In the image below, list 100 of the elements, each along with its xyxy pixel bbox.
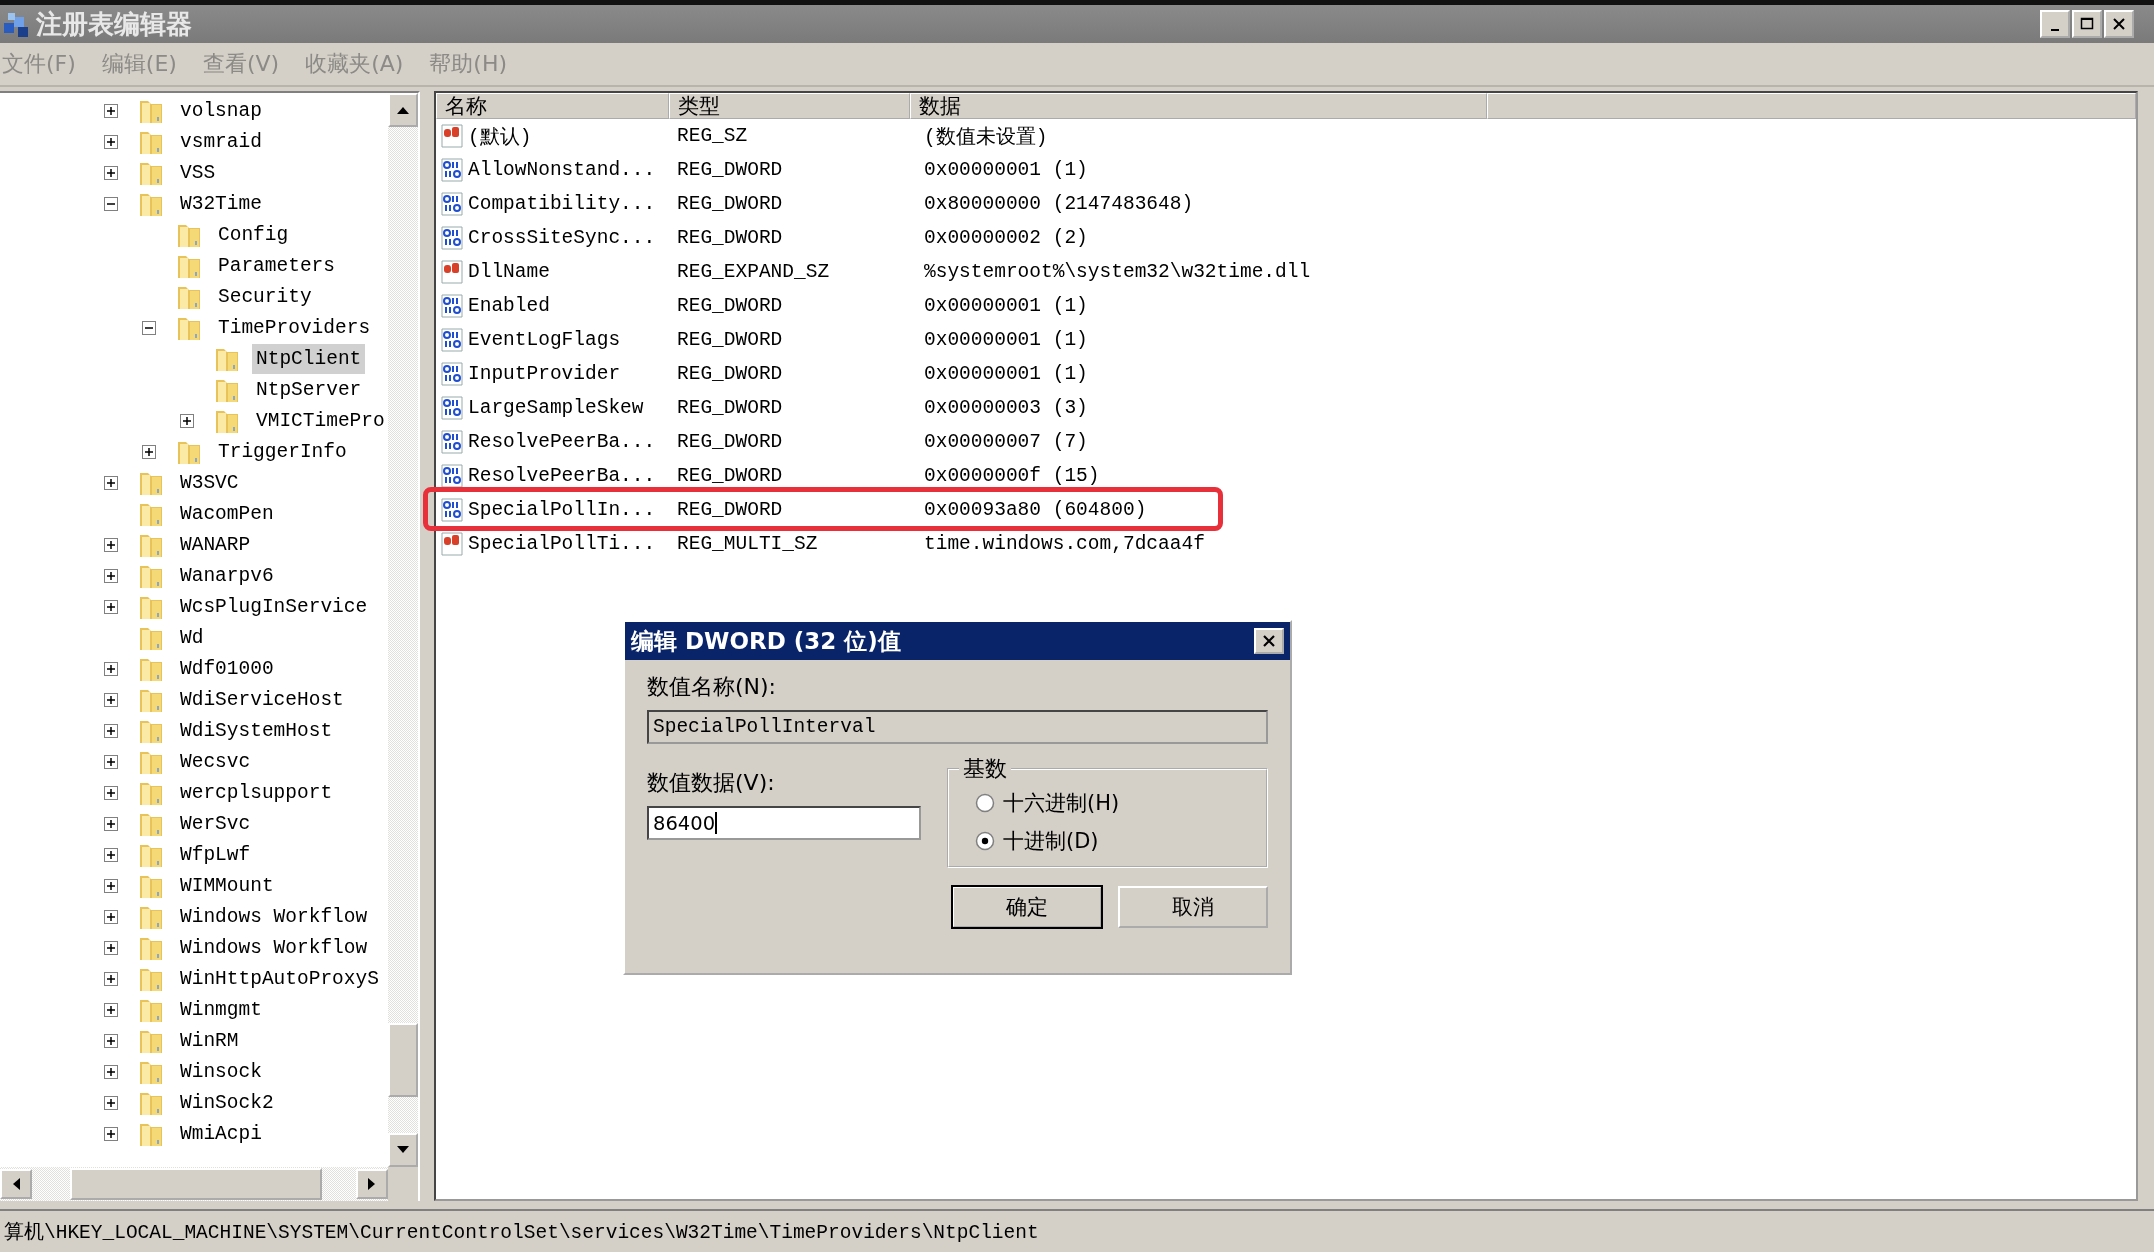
cancel-button[interactable]: 取消 <box>1118 886 1268 928</box>
value-name-field[interactable]: SpecialPollInterval <box>647 710 1268 744</box>
ok-button[interactable]: 确定 <box>952 886 1102 928</box>
expand-icon[interactable] <box>104 134 118 149</box>
scroll-thumb[interactable] <box>70 1168 322 1200</box>
tree-item[interactable]: Windows Workflow <box>176 932 372 963</box>
tree-item[interactable]: wercplsupport <box>176 777 337 808</box>
tree-item[interactable]: Windows Workflow <box>176 901 372 932</box>
tree-item[interactable]: Security <box>214 281 316 312</box>
tree-item[interactable]: WIMMount <box>176 870 278 901</box>
value-data: (数值未设置) <box>923 125 1049 150</box>
tree-item[interactable]: NtpServer <box>252 374 366 405</box>
tree-item[interactable]: Winsock <box>176 1056 266 1087</box>
expand-icon[interactable] <box>104 103 118 118</box>
tree-item[interactable]: WacomPen <box>176 498 278 529</box>
value-name[interactable]: EventLogFlags <box>468 329 621 351</box>
column-header[interactable]: 数据 <box>910 93 1487 119</box>
vertical-scrollbar[interactable] <box>388 93 418 1167</box>
tree-item[interactable]: WinSock2 <box>176 1087 278 1118</box>
value-data-field[interactable]: 86400 <box>647 806 921 840</box>
tree-item[interactable]: WdiServiceHost <box>176 684 348 715</box>
tree-item[interactable]: VSS <box>176 157 220 188</box>
scroll-down-button[interactable] <box>388 1133 418 1167</box>
expand-icon[interactable] <box>180 413 194 428</box>
expand-icon[interactable] <box>104 1033 118 1048</box>
value-name[interactable]: ResolvePeerBa... <box>468 431 656 453</box>
expand-icon[interactable] <box>104 754 118 769</box>
expand-icon[interactable] <box>142 444 156 459</box>
tree-item[interactable]: W3SVC <box>176 467 243 498</box>
scroll-up-button[interactable] <box>388 93 418 127</box>
expand-icon[interactable] <box>104 878 118 893</box>
tree-item[interactable]: W32Time <box>176 188 266 219</box>
horizontal-scrollbar[interactable] <box>0 1167 418 1201</box>
expand-icon[interactable] <box>104 940 118 955</box>
maximize-button[interactable] <box>2072 10 2102 38</box>
tree-item[interactable]: WerSvc <box>176 808 255 839</box>
collapse-icon[interactable] <box>142 320 156 335</box>
value-name[interactable]: SpecialPollTi... <box>468 533 656 555</box>
scroll-right-button[interactable] <box>356 1169 388 1199</box>
tree-item[interactable]: Parameters <box>214 250 340 281</box>
tree-item[interactable]: Wdf01000 <box>176 653 278 684</box>
tree-item[interactable]: WdiSystemHost <box>176 715 337 746</box>
expand-icon[interactable] <box>104 1064 118 1079</box>
scroll-left-button[interactable] <box>0 1169 32 1199</box>
tree-item[interactable]: volsnap <box>176 95 266 126</box>
tree-item[interactable]: WANARP <box>176 529 255 560</box>
tree-item[interactable]: Wecsvc <box>176 746 255 777</box>
expand-icon[interactable] <box>104 816 118 831</box>
expand-icon[interactable] <box>104 165 118 180</box>
value-data: 0x0000000f (15) <box>923 465 1101 487</box>
expand-icon[interactable] <box>104 847 118 862</box>
radio-label[interactable]: 十六进制(H) <box>1003 789 1120 817</box>
value-name[interactable]: (默认) <box>468 122 532 150</box>
tree-item[interactable]: Winmgmt <box>176 994 266 1025</box>
expand-icon[interactable] <box>104 692 118 707</box>
value-name[interactable]: Enabled <box>468 295 550 317</box>
value-type: REG_DWORD <box>676 397 784 419</box>
expand-icon[interactable] <box>104 568 118 583</box>
column-header[interactable]: 名称 <box>436 93 669 119</box>
tree-item[interactable]: WmiAcpi <box>176 1118 266 1149</box>
value-name[interactable]: SpecialPollIn... <box>468 499 656 521</box>
collapse-icon[interactable] <box>104 196 118 211</box>
value-name[interactable]: DllName <box>468 261 550 283</box>
expand-icon[interactable] <box>104 475 118 490</box>
expand-icon[interactable] <box>104 1126 118 1141</box>
column-header[interactable]: 类型 <box>669 93 910 119</box>
tree-item[interactable]: VMICTimePro <box>252 405 388 436</box>
expand-icon[interactable] <box>104 661 118 676</box>
tree-item[interactable]: TimeProviders <box>214 312 375 343</box>
radio-button[interactable] <box>975 793 995 813</box>
close-button[interactable] <box>1254 628 1284 654</box>
value-name[interactable]: AllowNonstand... <box>468 159 656 181</box>
value-name[interactable]: LargeSampleSkew <box>468 397 644 419</box>
tree-item[interactable]: WfpLwf <box>176 839 255 870</box>
tree-item[interactable]: WinHttpAutoProxyS <box>176 963 383 994</box>
scroll-thumb[interactable] <box>388 1023 418 1097</box>
expand-icon[interactable] <box>104 785 118 800</box>
tree-item[interactable]: Wd <box>176 622 208 653</box>
tree-item[interactable]: vsmraid <box>176 126 266 157</box>
value-name[interactable]: ResolvePeerBa... <box>468 465 656 487</box>
radio-label[interactable]: 十进制(D) <box>1003 827 1099 855</box>
tree-item[interactable]: NtpClient <box>252 343 366 374</box>
expand-icon[interactable] <box>104 971 118 986</box>
tree-item[interactable]: Wanarpv6 <box>176 560 278 591</box>
value-name[interactable]: InputProvider <box>468 363 621 385</box>
expand-icon[interactable] <box>104 1095 118 1110</box>
close-button[interactable] <box>2104 10 2134 38</box>
tree-item[interactable]: WcsPlugInService <box>176 591 372 622</box>
expand-icon[interactable] <box>104 909 118 924</box>
right-arrow-icon <box>368 1178 376 1190</box>
value-name[interactable]: Compatibility... <box>468 193 656 215</box>
expand-icon[interactable] <box>104 723 118 738</box>
tree-item[interactable]: Config <box>214 219 293 250</box>
expand-icon[interactable] <box>104 537 118 552</box>
tree-item[interactable]: TriggerInfo <box>214 436 351 467</box>
tree-item[interactable]: WinRM <box>176 1025 243 1056</box>
radio-button[interactable] <box>975 831 995 851</box>
value-name[interactable]: CrossSiteSync... <box>468 227 656 249</box>
expand-icon[interactable] <box>104 599 118 614</box>
expand-icon[interactable] <box>104 1002 118 1017</box>
